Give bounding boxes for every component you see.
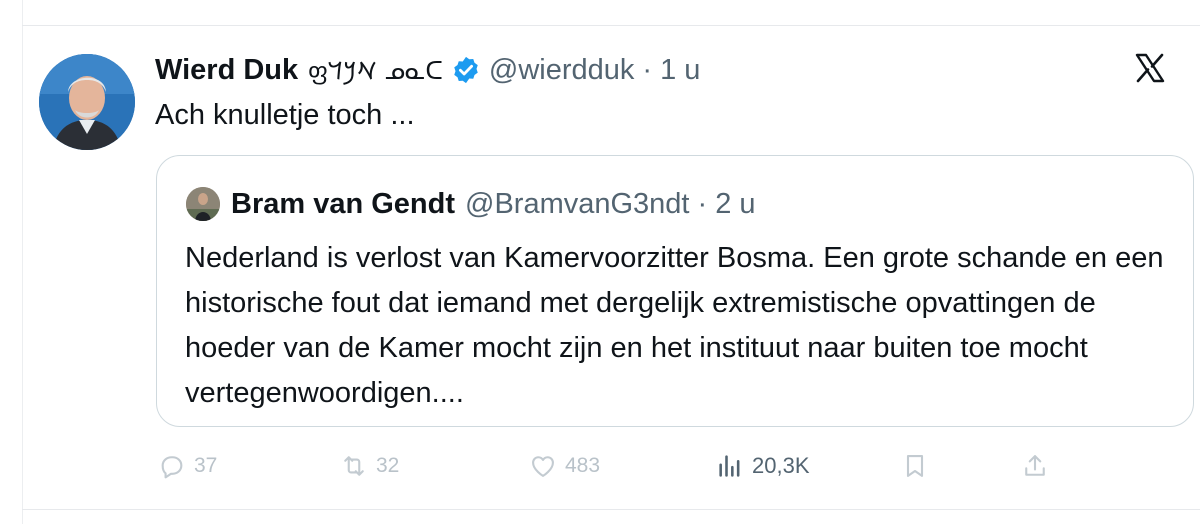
x-logo-icon[interactable]	[1134, 52, 1166, 84]
tweet-header: Wierd Duk ფ𐡀𐡊𐡃 ᓄᓇᑕ @wierdduk · 1 u	[155, 52, 700, 88]
share-icon	[1025, 455, 1045, 476]
views-icon	[719, 455, 740, 477]
quoted-tweet-time[interactable]: · 2 u	[697, 188, 755, 221]
views-button[interactable]: 20,3K	[716, 446, 810, 486]
reply-button[interactable]: 37	[158, 446, 217, 486]
repost-count: 32	[376, 454, 400, 477]
author-name[interactable]: Wierd Duk	[155, 54, 298, 87]
quoted-author-name[interactable]: Bram van Gendt	[231, 188, 455, 221]
tweet-time[interactable]: · 1 u	[642, 54, 700, 87]
quoted-author-avatar	[186, 187, 220, 221]
author-name-script: ფ𐡀𐡊𐡃 ᓄᓇᑕ	[308, 56, 443, 85]
author-handle[interactable]: @wierdduk	[489, 54, 635, 87]
bookmark-icon	[906, 455, 924, 477]
share-button[interactable]	[1021, 446, 1049, 486]
like-count: 483	[565, 454, 601, 477]
heart-icon	[532, 456, 554, 477]
like-button[interactable]: 483	[529, 446, 600, 486]
quoted-tweet-text: Nederland is verlost van Kamervoorzitter…	[185, 242, 1164, 409]
quoted-tweet-header: Bram van Gendt @BramvanG3ndt · 2 u	[186, 187, 756, 221]
avatar-portrait	[39, 54, 135, 150]
quoted-tweet[interactable]: Bram van Gendt @BramvanG3ndt · 2 u Neder…	[156, 155, 1194, 427]
reply-icon	[161, 456, 183, 479]
repost-button[interactable]: 32	[340, 446, 399, 486]
views-count: 20,3K	[752, 453, 810, 478]
bottom-divider	[22, 509, 1200, 510]
quoted-author-handle[interactable]: @BramvanG3ndt	[465, 188, 689, 221]
author-avatar[interactable]	[39, 54, 135, 150]
tweet-actions-bar: 37 32 483 20,3K	[0, 446, 1200, 486]
top-divider	[22, 25, 1200, 26]
tweet-text: Ach knulletje toch ...	[155, 99, 415, 131]
bookmark-button[interactable]	[901, 446, 929, 486]
verified-badge-icon	[451, 55, 481, 85]
repost-icon	[344, 456, 364, 476]
reply-count: 37	[194, 454, 218, 477]
